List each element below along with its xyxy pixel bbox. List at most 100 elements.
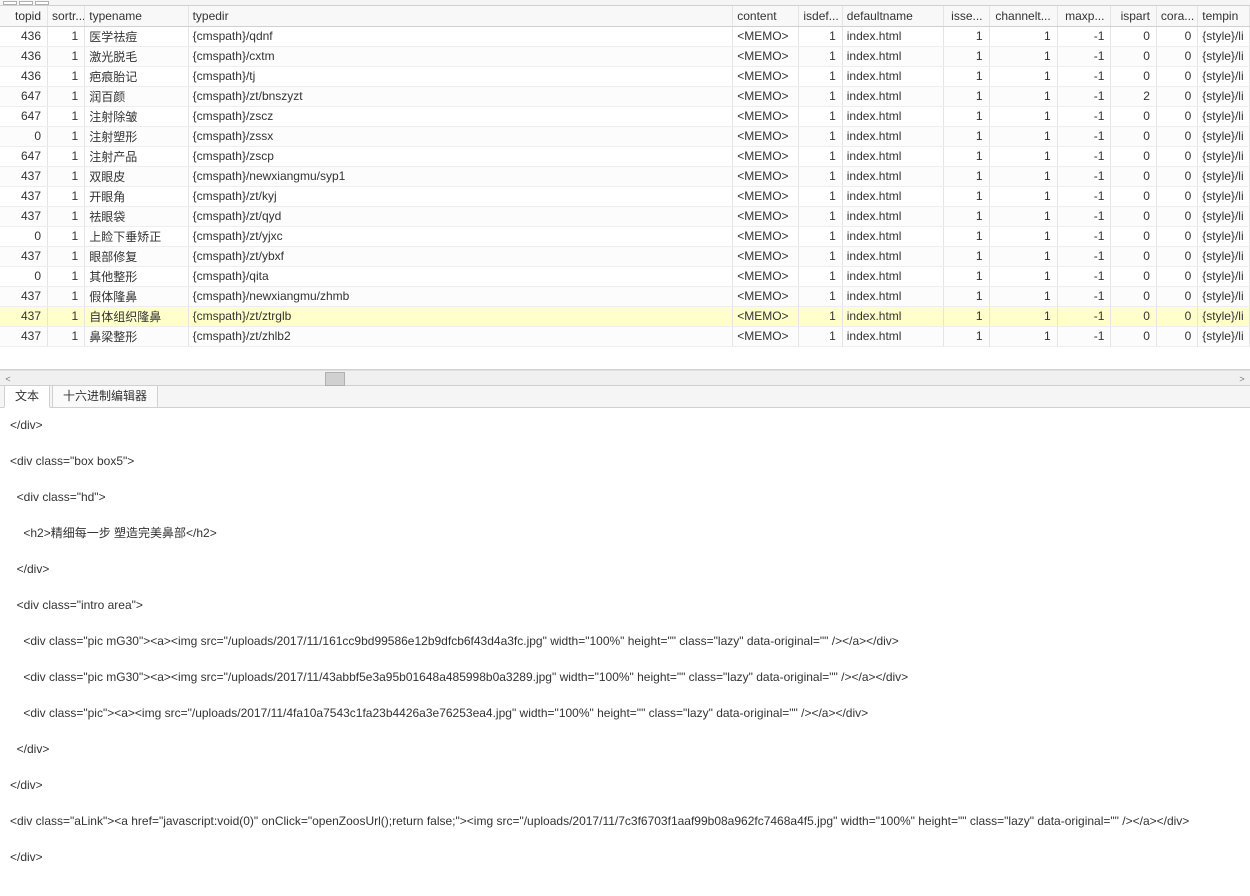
tab-hex[interactable]: 十六进制编辑器	[52, 383, 158, 407]
table-row[interactable]: 6471润百颜{cmspath}/zt/bnszyzt<MEMO>1index.…	[0, 86, 1250, 106]
column-header-typename[interactable]: typename	[85, 6, 188, 26]
column-header-sortr[interactable]: sortr...	[48, 6, 85, 26]
cell-channelt: 1	[989, 26, 1057, 46]
content-editor[interactable]: </div> <div class="box box5"> <div class…	[0, 408, 1250, 894]
cell-topid: 437	[0, 306, 48, 326]
cell-isdef: 1	[799, 146, 842, 166]
cell-channelt: 1	[989, 166, 1057, 186]
cell-isse: 1	[944, 326, 989, 346]
cell-tempin: {style}/li	[1198, 206, 1250, 226]
column-header-ispart[interactable]: ispart	[1111, 6, 1156, 26]
cell-cora: 0	[1156, 186, 1197, 206]
scroll-right-arrow[interactable]: >	[1234, 371, 1250, 387]
column-header-cora[interactable]: cora...	[1156, 6, 1197, 26]
cell-typedir: {cmspath}/zt/qyd	[188, 206, 733, 226]
cell-channelt: 1	[989, 86, 1057, 106]
scroll-left-arrow[interactable]: <	[0, 371, 16, 387]
cell-isdef: 1	[799, 86, 842, 106]
table-row[interactable]: 4361疤痕胎记{cmspath}/tj<MEMO>1index.html11-…	[0, 66, 1250, 86]
cell-maxp: -1	[1057, 26, 1111, 46]
column-header-typedir[interactable]: typedir	[188, 6, 733, 26]
cell-ispart: 0	[1111, 186, 1156, 206]
cell-isdef: 1	[799, 326, 842, 346]
column-header-defaultname[interactable]: defaultname	[842, 6, 943, 26]
cell-topid: 0	[0, 226, 48, 246]
table-row[interactable]: 01上睑下垂矫正{cmspath}/zt/yjxc<MEMO>1index.ht…	[0, 226, 1250, 246]
table-row[interactable]: 4371假体隆鼻{cmspath}/newxiangmu/zhmb<MEMO>1…	[0, 286, 1250, 306]
cell-ispart: 0	[1111, 246, 1156, 266]
cell-defaultname: index.html	[842, 166, 943, 186]
cell-typename: 祛眼袋	[85, 206, 188, 226]
cell-tempin: {style}/li	[1198, 186, 1250, 206]
table-row[interactable]: 01注射塑形{cmspath}/zssx<MEMO>1index.html11-…	[0, 126, 1250, 146]
table-row[interactable]: 4361医学祛痘{cmspath}/qdnf<MEMO>1index.html1…	[0, 26, 1250, 46]
table-row[interactable]: 4371眼部修复{cmspath}/zt/ybxf<MEMO>1index.ht…	[0, 246, 1250, 266]
cell-isdef: 1	[799, 226, 842, 246]
cell-maxp: -1	[1057, 106, 1111, 126]
cell-typename: 开眼角	[85, 186, 188, 206]
cell-maxp: -1	[1057, 46, 1111, 66]
data-grid[interactable]: topidsortr...typenametypedircontentisdef…	[0, 6, 1250, 370]
cell-content: <MEMO>	[733, 266, 799, 286]
table-row[interactable]: 01其他整形{cmspath}/qita<MEMO>1index.html11-…	[0, 266, 1250, 286]
toolbar-btn[interactable]	[3, 1, 17, 5]
cell-ispart: 0	[1111, 146, 1156, 166]
cell-tempin: {style}/li	[1198, 106, 1250, 126]
table-row[interactable]: 6471注射产品{cmspath}/zscp<MEMO>1index.html1…	[0, 146, 1250, 166]
cell-content: <MEMO>	[733, 206, 799, 226]
cell-sortr: 1	[48, 126, 85, 146]
cell-channelt: 1	[989, 206, 1057, 226]
cell-content: <MEMO>	[733, 46, 799, 66]
cell-defaultname: index.html	[842, 186, 943, 206]
cell-isse: 1	[944, 246, 989, 266]
cell-defaultname: index.html	[842, 66, 943, 86]
column-header-topid[interactable]: topid	[0, 6, 48, 26]
table-row[interactable]: 4371鼻梁整形{cmspath}/zt/zhlb2<MEMO>1index.h…	[0, 326, 1250, 346]
cell-cora: 0	[1156, 226, 1197, 246]
cell-typedir: {cmspath}/zt/zhlb2	[188, 326, 733, 346]
column-header-isse[interactable]: isse...	[944, 6, 989, 26]
column-header-content[interactable]: content	[733, 6, 799, 26]
scroll-thumb[interactable]	[325, 372, 345, 386]
column-header-isdef[interactable]: isdef...	[799, 6, 842, 26]
table-row[interactable]: 4371双眼皮{cmspath}/newxiangmu/syp1<MEMO>1i…	[0, 166, 1250, 186]
cell-maxp: -1	[1057, 66, 1111, 86]
table-row[interactable]: 4371自体组织隆鼻{cmspath}/zt/ztrglb<MEMO>1inde…	[0, 306, 1250, 326]
cell-channelt: 1	[989, 126, 1057, 146]
cell-typedir: {cmspath}/newxiangmu/zhmb	[188, 286, 733, 306]
table-row[interactable]: 4371开眼角{cmspath}/zt/kyj<MEMO>1index.html…	[0, 186, 1250, 206]
table-row[interactable]: 4361激光脱毛{cmspath}/cxtm<MEMO>1index.html1…	[0, 46, 1250, 66]
table-row[interactable]: 4371祛眼袋{cmspath}/zt/qyd<MEMO>1index.html…	[0, 206, 1250, 226]
cell-sortr: 1	[48, 46, 85, 66]
cell-maxp: -1	[1057, 126, 1111, 146]
cell-isdef: 1	[799, 46, 842, 66]
cell-ispart: 0	[1111, 26, 1156, 46]
cell-topid: 437	[0, 186, 48, 206]
toolbar-btn[interactable]	[19, 1, 33, 5]
column-header-channelt[interactable]: channelt...	[989, 6, 1057, 26]
cell-channelt: 1	[989, 146, 1057, 166]
cell-content: <MEMO>	[733, 86, 799, 106]
cell-isse: 1	[944, 286, 989, 306]
cell-isdef: 1	[799, 106, 842, 126]
cell-tempin: {style}/li	[1198, 266, 1250, 286]
cell-typename: 注射塑形	[85, 126, 188, 146]
cell-typedir: {cmspath}/newxiangmu/syp1	[188, 166, 733, 186]
grid-body[interactable]: 4361医学祛痘{cmspath}/qdnf<MEMO>1index.html1…	[0, 26, 1250, 346]
cell-channelt: 1	[989, 226, 1057, 246]
table-row[interactable]: 6471注射除皱{cmspath}/zscz<MEMO>1index.html1…	[0, 106, 1250, 126]
cell-cora: 0	[1156, 86, 1197, 106]
cell-isse: 1	[944, 306, 989, 326]
cell-cora: 0	[1156, 166, 1197, 186]
column-header-maxp[interactable]: maxp...	[1057, 6, 1111, 26]
toolbar-btn[interactable]	[35, 1, 49, 5]
cell-typename: 自体组织隆鼻	[85, 306, 188, 326]
cell-topid: 437	[0, 286, 48, 306]
cell-isse: 1	[944, 146, 989, 166]
horizontal-scrollbar[interactable]: < >	[0, 370, 1250, 386]
cell-channelt: 1	[989, 286, 1057, 306]
cell-cora: 0	[1156, 66, 1197, 86]
cell-maxp: -1	[1057, 86, 1111, 106]
column-header-tempin[interactable]: tempin	[1198, 6, 1250, 26]
cell-typename: 双眼皮	[85, 166, 188, 186]
